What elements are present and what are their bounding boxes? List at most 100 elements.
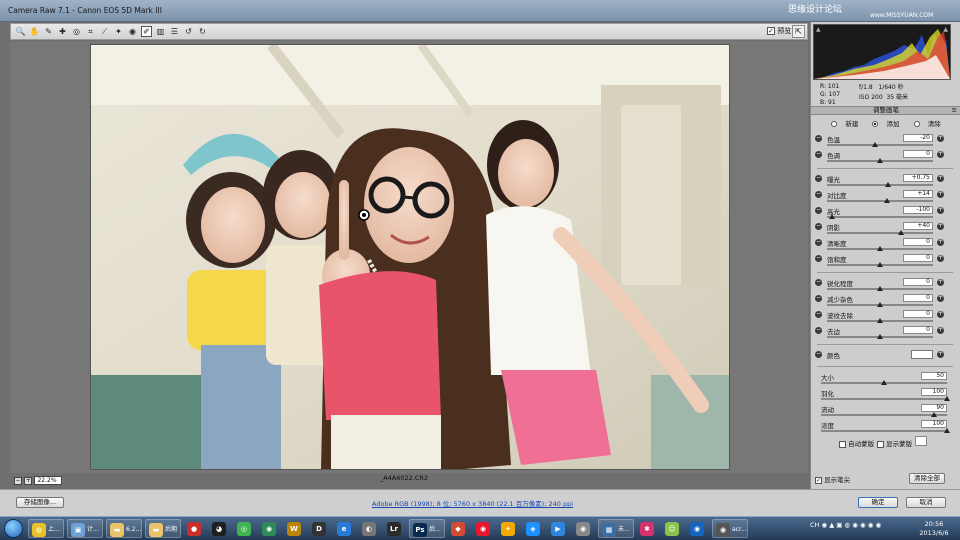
taskbar-photoshop-button[interactable]: Ps 后... — [409, 519, 445, 538]
graduated-filter-tool-icon[interactable]: ▥ — [155, 26, 166, 37]
taskbar-app-16-button[interactable]: ◉ acr... — [712, 519, 748, 538]
system-clock[interactable]: 20:56 2013/6/6 — [912, 520, 956, 538]
defringe-minus-icon[interactable]: − — [815, 327, 822, 334]
white-balance-tool-icon[interactable]: ✎ — [43, 26, 54, 37]
targeted-adjustment-tool-icon[interactable]: ◎ — [71, 26, 82, 37]
brush-feather-slider-track[interactable] — [821, 396, 950, 401]
highlights-minus-icon[interactable]: − — [815, 207, 822, 214]
moire-reduction-value-input[interactable]: 0 — [903, 310, 933, 318]
brush-flow-slider-thumb[interactable] — [931, 412, 938, 417]
taskbar-app-5-button[interactable]: D — [309, 519, 331, 538]
taskbar-folder-2-button[interactable]: ▬ 后期 — [145, 519, 181, 538]
adjustment-brush-tool-icon[interactable]: ✐ — [141, 26, 152, 37]
mode-clear-radio[interactable] — [913, 121, 920, 127]
brush-density-slider-track[interactable] — [821, 428, 950, 433]
hand-tool-icon[interactable]: ✋ — [29, 26, 40, 37]
brush-density-value-input[interactable]: 100 — [921, 420, 947, 428]
defringe-slider-track[interactable] — [827, 334, 933, 339]
mode-add[interactable]: 添加 — [869, 120, 902, 128]
save-image-button[interactable]: 存储图像... — [16, 497, 64, 508]
shadows-plus-icon[interactable]: + — [937, 223, 944, 230]
saturation-value-input[interactable]: 0 — [903, 254, 933, 262]
saturation-minus-icon[interactable]: − — [815, 255, 822, 262]
clarity-slider-thumb[interactable] — [877, 246, 883, 251]
shadows-slider-thumb[interactable] — [898, 230, 905, 235]
highlights-slider-thumb[interactable] — [829, 214, 836, 219]
temperature-slider-track[interactable] — [827, 142, 933, 147]
taskbar-app-7-button[interactable]: ◆ — [448, 519, 470, 538]
zoom-in-button[interactable]: + — [24, 476, 33, 485]
tint-slider-track[interactable] — [827, 158, 933, 163]
color-plus-icon[interactable]: + — [937, 351, 944, 358]
brush-feather-slider-thumb[interactable] — [944, 396, 950, 401]
contrast-minus-icon[interactable]: − — [815, 191, 822, 198]
mode-new-radio[interactable] — [831, 121, 838, 127]
highlights-plus-icon[interactable]: + — [937, 207, 944, 214]
moire-reduction-plus-icon[interactable]: + — [937, 311, 944, 318]
taskbar-app-10-button[interactable]: ▶ — [548, 519, 570, 538]
spot-removal-tool-icon[interactable]: ✦ — [113, 26, 124, 37]
taskbar-weibo-button[interactable]: ◉ — [473, 519, 495, 538]
zoom-level-select[interactable]: 22.2% — [34, 476, 63, 485]
brush-feather-value-input[interactable]: 100 — [921, 388, 947, 396]
mode-new[interactable]: 新建 — [828, 120, 861, 128]
temperature-value-input[interactable]: -20 — [903, 134, 933, 142]
highlight-clipping-warning-icon[interactable]: ▲ — [943, 26, 948, 33]
exposure-minus-icon[interactable]: − — [815, 175, 822, 182]
preview-checkbox-box[interactable]: ✓ — [767, 27, 775, 35]
saturation-plus-icon[interactable]: + — [937, 255, 944, 262]
clarity-slider-track[interactable] — [827, 246, 933, 251]
taskbar-app-15-button[interactable]: ◉ — [687, 519, 709, 538]
rotate-left-icon[interactable]: ↺ — [183, 26, 194, 37]
shadows-minus-icon[interactable]: − — [815, 223, 822, 230]
tint-plus-icon[interactable]: + — [937, 151, 944, 158]
brush-flow-value-input[interactable]: 90 — [921, 404, 947, 412]
sharpness-minus-icon[interactable]: − — [815, 279, 822, 286]
color-swatch[interactable] — [911, 350, 933, 359]
start-button[interactable] — [4, 519, 23, 538]
moire-reduction-slider-thumb[interactable] — [877, 318, 883, 323]
taskbar-chrome-button[interactable]: ◍ 上... — [28, 519, 64, 538]
taskbar-app-11-button[interactable]: ◉ — [573, 519, 595, 538]
show-pins-checkbox[interactable]: ✓ — [815, 476, 822, 484]
done-button[interactable]: 确定 — [858, 497, 898, 508]
brush-flow-slider-track[interactable] — [821, 412, 947, 417]
clarity-minus-icon[interactable]: − — [815, 239, 822, 246]
tint-minus-icon[interactable]: − — [815, 151, 822, 158]
taskbar-app-13-button[interactable]: ✱ — [637, 519, 659, 538]
show-pins-option[interactable]: ✓ 显示笔尖 — [815, 474, 850, 484]
auto-mask-option[interactable]: 自动蒙版 — [839, 438, 874, 448]
contrast-plus-icon[interactable]: + — [937, 191, 944, 198]
temperature-plus-icon[interactable]: + — [937, 135, 944, 142]
taskbar-app-1-button[interactable]: ● — [184, 519, 206, 538]
moire-reduction-minus-icon[interactable]: − — [815, 311, 822, 318]
saturation-slider-thumb[interactable] — [877, 262, 883, 267]
noise-reduction-slider-track[interactable] — [827, 302, 933, 307]
exposure-value-input[interactable]: +0.75 — [903, 174, 933, 182]
taskbar-app-14-button[interactable]: ☺ — [662, 519, 684, 538]
moire-reduction-slider-track[interactable] — [827, 318, 933, 323]
sharpness-plus-icon[interactable]: + — [937, 279, 944, 286]
show-mask-option[interactable]: 显示蒙版 — [877, 438, 912, 448]
color-minus-icon[interactable]: − — [815, 351, 822, 358]
rotate-right-icon[interactable]: ↻ — [197, 26, 208, 37]
temperature-minus-icon[interactable]: − — [815, 135, 822, 142]
noise-reduction-minus-icon[interactable]: − — [815, 295, 822, 302]
taskbar-app-9-button[interactable]: ◈ — [523, 519, 545, 538]
taskbar-app-12-button[interactable]: ▦ 未... — [598, 519, 634, 538]
panel-menu-icon[interactable]: ≡ — [952, 107, 957, 114]
photo-preview[interactable] — [90, 44, 730, 470]
defringe-value-input[interactable]: 0 — [903, 326, 933, 334]
shadows-slider-track[interactable] — [827, 230, 933, 235]
brush-size-value-input[interactable]: 50 — [921, 372, 947, 380]
contrast-slider-thumb[interactable] — [884, 198, 891, 203]
auto-mask-checkbox[interactable] — [839, 440, 846, 448]
exposure-plus-icon[interactable]: + — [937, 175, 944, 182]
exposure-slider-track[interactable] — [827, 182, 933, 187]
contrast-slider-track[interactable] — [827, 198, 933, 203]
temperature-slider-thumb[interactable] — [871, 142, 878, 147]
highlights-value-input[interactable]: -100 — [903, 206, 933, 214]
brush-size-slider-thumb[interactable] — [881, 380, 887, 385]
image-preview-area[interactable] — [10, 41, 808, 473]
show-mask-checkbox[interactable] — [877, 440, 884, 448]
